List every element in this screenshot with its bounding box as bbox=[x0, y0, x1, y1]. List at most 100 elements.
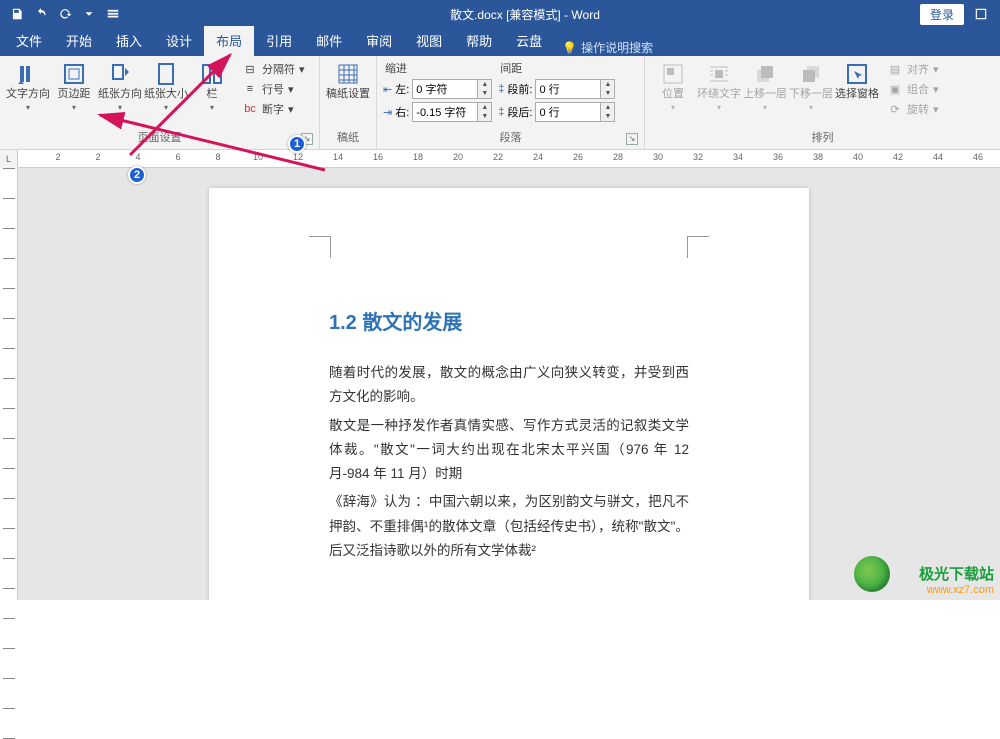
tab-home[interactable]: 开始 bbox=[54, 26, 104, 56]
group-page-setup: 文字方向▾ 页边距▾ 纸张方向▾ 纸张大小▾ 栏▾ ⊟分隔符 ▾ ≡行号 ▾ bbox=[0, 56, 320, 149]
position-icon bbox=[661, 62, 685, 86]
touch-mode-icon[interactable] bbox=[102, 3, 124, 25]
qat-customize-icon[interactable] bbox=[78, 3, 100, 25]
hyphenation-icon: bc bbox=[242, 101, 258, 117]
tab-mailings[interactable]: 邮件 bbox=[304, 26, 354, 56]
annotation-badge: 1 bbox=[288, 135, 306, 153]
spin-up-icon[interactable]: ▲ bbox=[601, 103, 614, 112]
spacing-before-spinner[interactable]: ▲▼ bbox=[535, 79, 615, 99]
group-arrange: 位置▾ 环绕文字▾ 上移一层▾ 下移一层▾ 选择窗格 ▤对齐 ▾ ▣组合 ▾ bbox=[645, 56, 1000, 149]
spacing-after-input[interactable] bbox=[536, 103, 600, 121]
vertical-ruler[interactable] bbox=[0, 168, 18, 600]
rotate-icon: ⟳ bbox=[887, 101, 903, 117]
tell-me-label: 操作说明搜索 bbox=[581, 39, 653, 56]
bring-forward-icon bbox=[753, 62, 777, 86]
group-label-paragraph: 段落↘ bbox=[383, 129, 638, 147]
spin-down-icon[interactable]: ▼ bbox=[601, 112, 614, 121]
indent-left-icon: ⇤ bbox=[383, 83, 392, 96]
manuscript-settings-button[interactable]: 稿纸设置 bbox=[326, 60, 370, 103]
wrap-text-button: 环绕文字▾ bbox=[697, 60, 741, 114]
spacing-after-label: 段后: bbox=[507, 104, 532, 120]
tab-review[interactable]: 审阅 bbox=[354, 26, 404, 56]
indent-right-spinner[interactable]: ▲▼ bbox=[412, 102, 492, 122]
indent-left-input[interactable] bbox=[413, 80, 477, 98]
group-manuscript: 稿纸设置 稿纸 bbox=[320, 56, 377, 149]
tab-help[interactable]: 帮助 bbox=[454, 26, 504, 56]
margins-button[interactable]: 页边距▾ bbox=[52, 60, 96, 114]
indent-right-input[interactable] bbox=[413, 103, 477, 121]
columns-button[interactable]: 栏▾ bbox=[190, 60, 234, 114]
align-icon: ▤ bbox=[887, 61, 903, 77]
margin-corner-icon bbox=[309, 236, 331, 258]
selection-pane-button[interactable]: 选择窗格 bbox=[835, 60, 879, 103]
tab-insert[interactable]: 插入 bbox=[104, 26, 154, 56]
spin-down-icon[interactable]: ▼ bbox=[478, 89, 491, 98]
body-paragraph[interactable]: 随着时代的发展，散文的概念由广义向狭义转变，并受到西方文化的影响。 bbox=[329, 361, 689, 410]
horizontal-ruler[interactable]: L 22468101214161820222426283032343638404… bbox=[0, 150, 1000, 168]
position-button: 位置▾ bbox=[651, 60, 695, 114]
tab-design[interactable]: 设计 bbox=[154, 26, 204, 56]
size-icon bbox=[154, 62, 178, 86]
redo-icon[interactable] bbox=[54, 3, 76, 25]
rotate-button: ⟳旋转 ▾ bbox=[885, 100, 941, 118]
watermark-logo-icon bbox=[854, 556, 890, 592]
spacing-after-spinner[interactable]: ▲▼ bbox=[535, 102, 615, 122]
quick-access-toolbar bbox=[0, 3, 130, 25]
send-backward-icon bbox=[799, 62, 823, 86]
line-numbers-button[interactable]: ≡行号 ▾ bbox=[240, 80, 307, 98]
spin-up-icon[interactable]: ▲ bbox=[478, 80, 491, 89]
group-icon: ▣ bbox=[887, 81, 903, 97]
watermark-title: 极光下载站 bbox=[919, 563, 994, 584]
columns-icon bbox=[200, 62, 224, 86]
undo-icon[interactable] bbox=[30, 3, 52, 25]
login-button[interactable]: 登录 bbox=[920, 4, 964, 25]
group-label-page-setup: 页面设置↘ bbox=[6, 129, 313, 147]
spin-up-icon[interactable]: ▲ bbox=[601, 80, 614, 89]
spacing-before-input[interactable] bbox=[536, 80, 600, 98]
watermark-url: www.xz7.com bbox=[919, 584, 994, 596]
heading[interactable]: 1.2 散文的发展 bbox=[329, 306, 689, 335]
group-objects-button: ▣组合 ▾ bbox=[885, 80, 941, 98]
ruler-corner[interactable]: L bbox=[0, 150, 18, 168]
line-numbers-icon: ≡ bbox=[242, 81, 258, 97]
indent-header: 缩进 bbox=[383, 60, 492, 76]
ribbon-display-icon[interactable] bbox=[968, 3, 994, 25]
ribbon-tabs: 文件 开始 插入 设计 布局 引用 邮件 审阅 视图 帮助 云盘 💡 操作说明搜… bbox=[0, 28, 1000, 56]
spin-down-icon[interactable]: ▼ bbox=[478, 112, 491, 121]
tab-view[interactable]: 视图 bbox=[404, 26, 454, 56]
margin-corner-icon bbox=[687, 236, 709, 258]
group-paragraph: 缩进 ⇤ 左: ▲▼ ⇥ 右: ▲▼ 间距 ‡ 段前: ▲▼ bbox=[377, 56, 645, 149]
group-label-arrange: 排列 bbox=[651, 129, 994, 147]
title-bar: 散文.docx [兼容模式] - Word 登录 bbox=[0, 0, 1000, 28]
hyphenation-button[interactable]: bc断字 ▾ bbox=[240, 100, 307, 118]
tab-file[interactable]: 文件 bbox=[4, 26, 54, 56]
paragraph-launcher-icon[interactable]: ↘ bbox=[626, 133, 638, 145]
spin-down-icon[interactable]: ▼ bbox=[601, 89, 614, 98]
spacing-before-icon: ‡ bbox=[498, 83, 504, 95]
body-paragraph[interactable]: 散文是一种抒发作者真情实感、写作方式灵活的记叙类文学体裁。"散文"一词大约出现在… bbox=[329, 414, 689, 487]
margins-icon bbox=[62, 62, 86, 86]
tell-me-search[interactable]: 💡 操作说明搜索 bbox=[554, 39, 661, 56]
annotation-badge: 2 bbox=[128, 166, 146, 184]
spin-up-icon[interactable]: ▲ bbox=[478, 103, 491, 112]
spacing-before-label: 段前: bbox=[507, 81, 532, 97]
indent-right-label: 右: bbox=[395, 104, 409, 120]
orientation-button[interactable]: 纸张方向▾ bbox=[98, 60, 142, 114]
tab-references[interactable]: 引用 bbox=[254, 26, 304, 56]
breaks-button[interactable]: ⊟分隔符 ▾ bbox=[240, 60, 307, 78]
wrap-icon bbox=[707, 62, 731, 86]
save-icon[interactable] bbox=[6, 3, 28, 25]
breaks-icon: ⊟ bbox=[242, 61, 258, 77]
spacing-after-icon: ‡ bbox=[498, 106, 504, 118]
body-paragraph[interactable]: 《辞海》认为 ：中国六朝以来，为区别韵文与骈文，把凡不押韵、不重排偶¹的散体文章… bbox=[329, 490, 689, 563]
group-label-manuscript: 稿纸 bbox=[326, 129, 370, 147]
document-scroll-area[interactable]: 1.2 散文的发展 随着时代的发展，散文的概念由广义向狭义转变，并受到西方文化的… bbox=[18, 168, 1000, 600]
tab-layout[interactable]: 布局 bbox=[204, 26, 254, 56]
size-button[interactable]: 纸张大小▾ bbox=[144, 60, 188, 114]
spacing-header: 间距 bbox=[498, 60, 615, 76]
tab-cloud[interactable]: 云盘 bbox=[504, 26, 554, 56]
send-backward-button: 下移一层▾ bbox=[789, 60, 833, 114]
selection-pane-icon bbox=[845, 62, 869, 86]
indent-left-spinner[interactable]: ▲▼ bbox=[412, 79, 492, 99]
text-direction-button[interactable]: 文字方向▾ bbox=[6, 60, 50, 114]
